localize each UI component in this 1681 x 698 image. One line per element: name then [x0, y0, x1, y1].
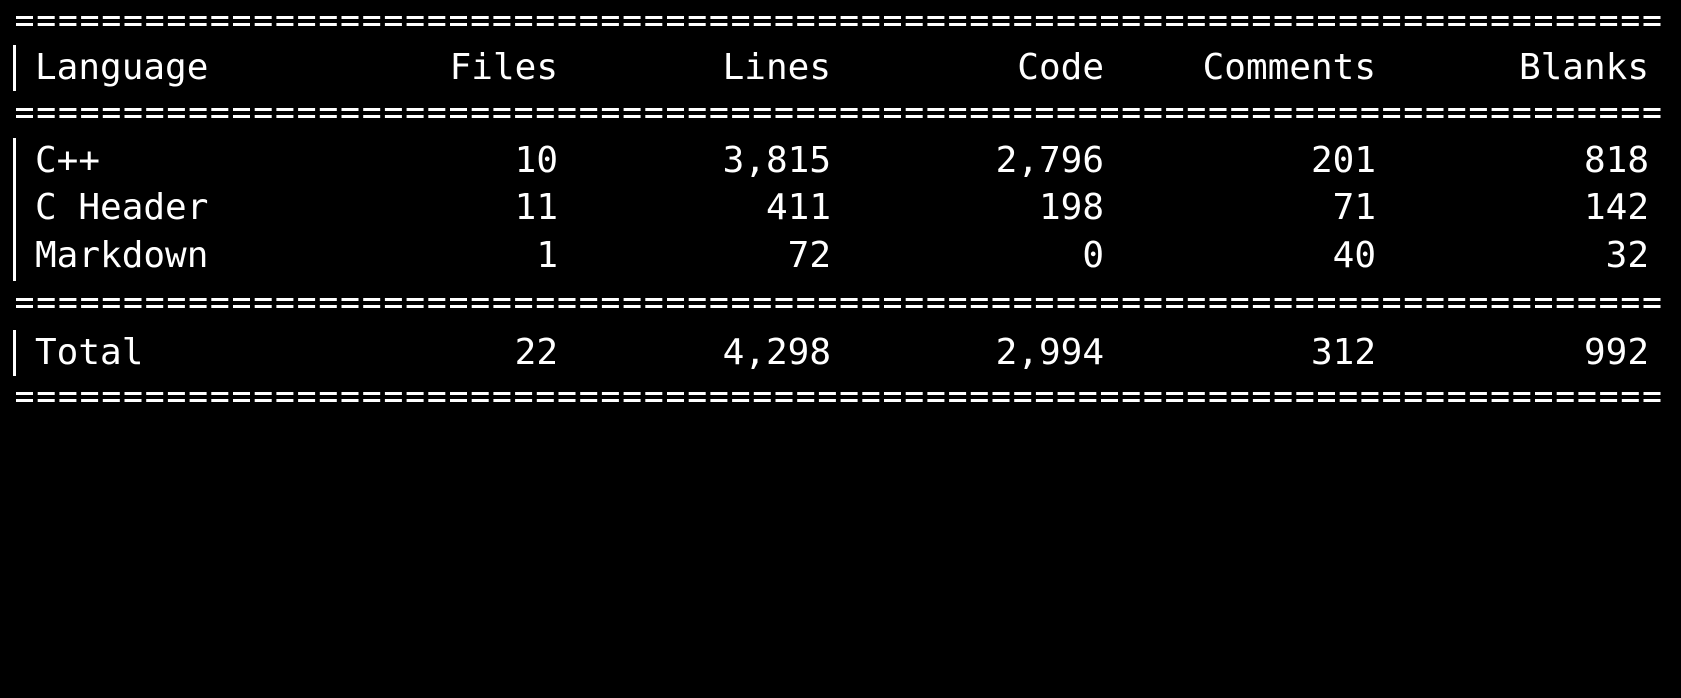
- cell-files: 10: [514, 140, 558, 181]
- header-lines: Lines: [722, 47, 831, 88]
- cell-code: 0: [1082, 235, 1104, 276]
- total-files: 22: [514, 332, 558, 373]
- header-blanks: Blanks: [1518, 47, 1649, 88]
- separator-dashes: [16, 298, 1661, 308]
- header-code: Code: [1017, 47, 1104, 88]
- separator-body: [14, 296, 1671, 310]
- separator-dashes: [16, 108, 1661, 118]
- total-lines: 4,298: [722, 332, 831, 373]
- header-language: Language: [35, 47, 209, 88]
- cell-language: Markdown: [35, 235, 209, 276]
- cell-lines: 3,815: [722, 140, 831, 181]
- header-files: Files: [449, 47, 558, 88]
- cell-language: C++: [35, 140, 101, 181]
- cell-files: 1: [536, 235, 558, 276]
- total-blanks: 992: [1583, 332, 1649, 373]
- cell-comments: 40: [1332, 235, 1376, 276]
- total-row: Total 22 4,298 2,994 312 992: [0, 330, 1681, 376]
- table-row: C++ 10 3,815 2,796 201 818: [0, 138, 1681, 184]
- separator-header: [14, 106, 1671, 120]
- separator-bottom: [14, 390, 1671, 404]
- cell-blanks: 32: [1605, 235, 1649, 276]
- cell-code: 2,796: [995, 140, 1104, 181]
- cell-lines: 72: [787, 235, 831, 276]
- cell-files: 11: [514, 187, 558, 228]
- cell-code: 198: [1038, 187, 1104, 228]
- cell-language: C Header: [35, 187, 209, 228]
- separator-dashes: [16, 392, 1661, 402]
- total-label: Total: [35, 332, 144, 373]
- separator-dashes: [16, 16, 1661, 26]
- table-row: C Header 11 411 198 71 142: [0, 185, 1681, 231]
- cell-blanks: 142: [1583, 187, 1649, 228]
- separator-top: [14, 14, 1671, 28]
- total-comments: 312: [1310, 332, 1376, 373]
- total-code: 2,994: [995, 332, 1104, 373]
- table-row: Markdown 1 72 0 40 32: [0, 233, 1681, 279]
- terminal-window: Language Files Lines Code Comments Blank…: [0, 0, 1681, 418]
- cell-lines: 411: [765, 187, 831, 228]
- cell-blanks: 818: [1583, 140, 1649, 181]
- cell-comments: 71: [1332, 187, 1376, 228]
- header-row: Language Files Lines Code Comments Blank…: [0, 45, 1681, 91]
- header-comments: Comments: [1202, 47, 1376, 88]
- cell-comments: 201: [1310, 140, 1376, 181]
